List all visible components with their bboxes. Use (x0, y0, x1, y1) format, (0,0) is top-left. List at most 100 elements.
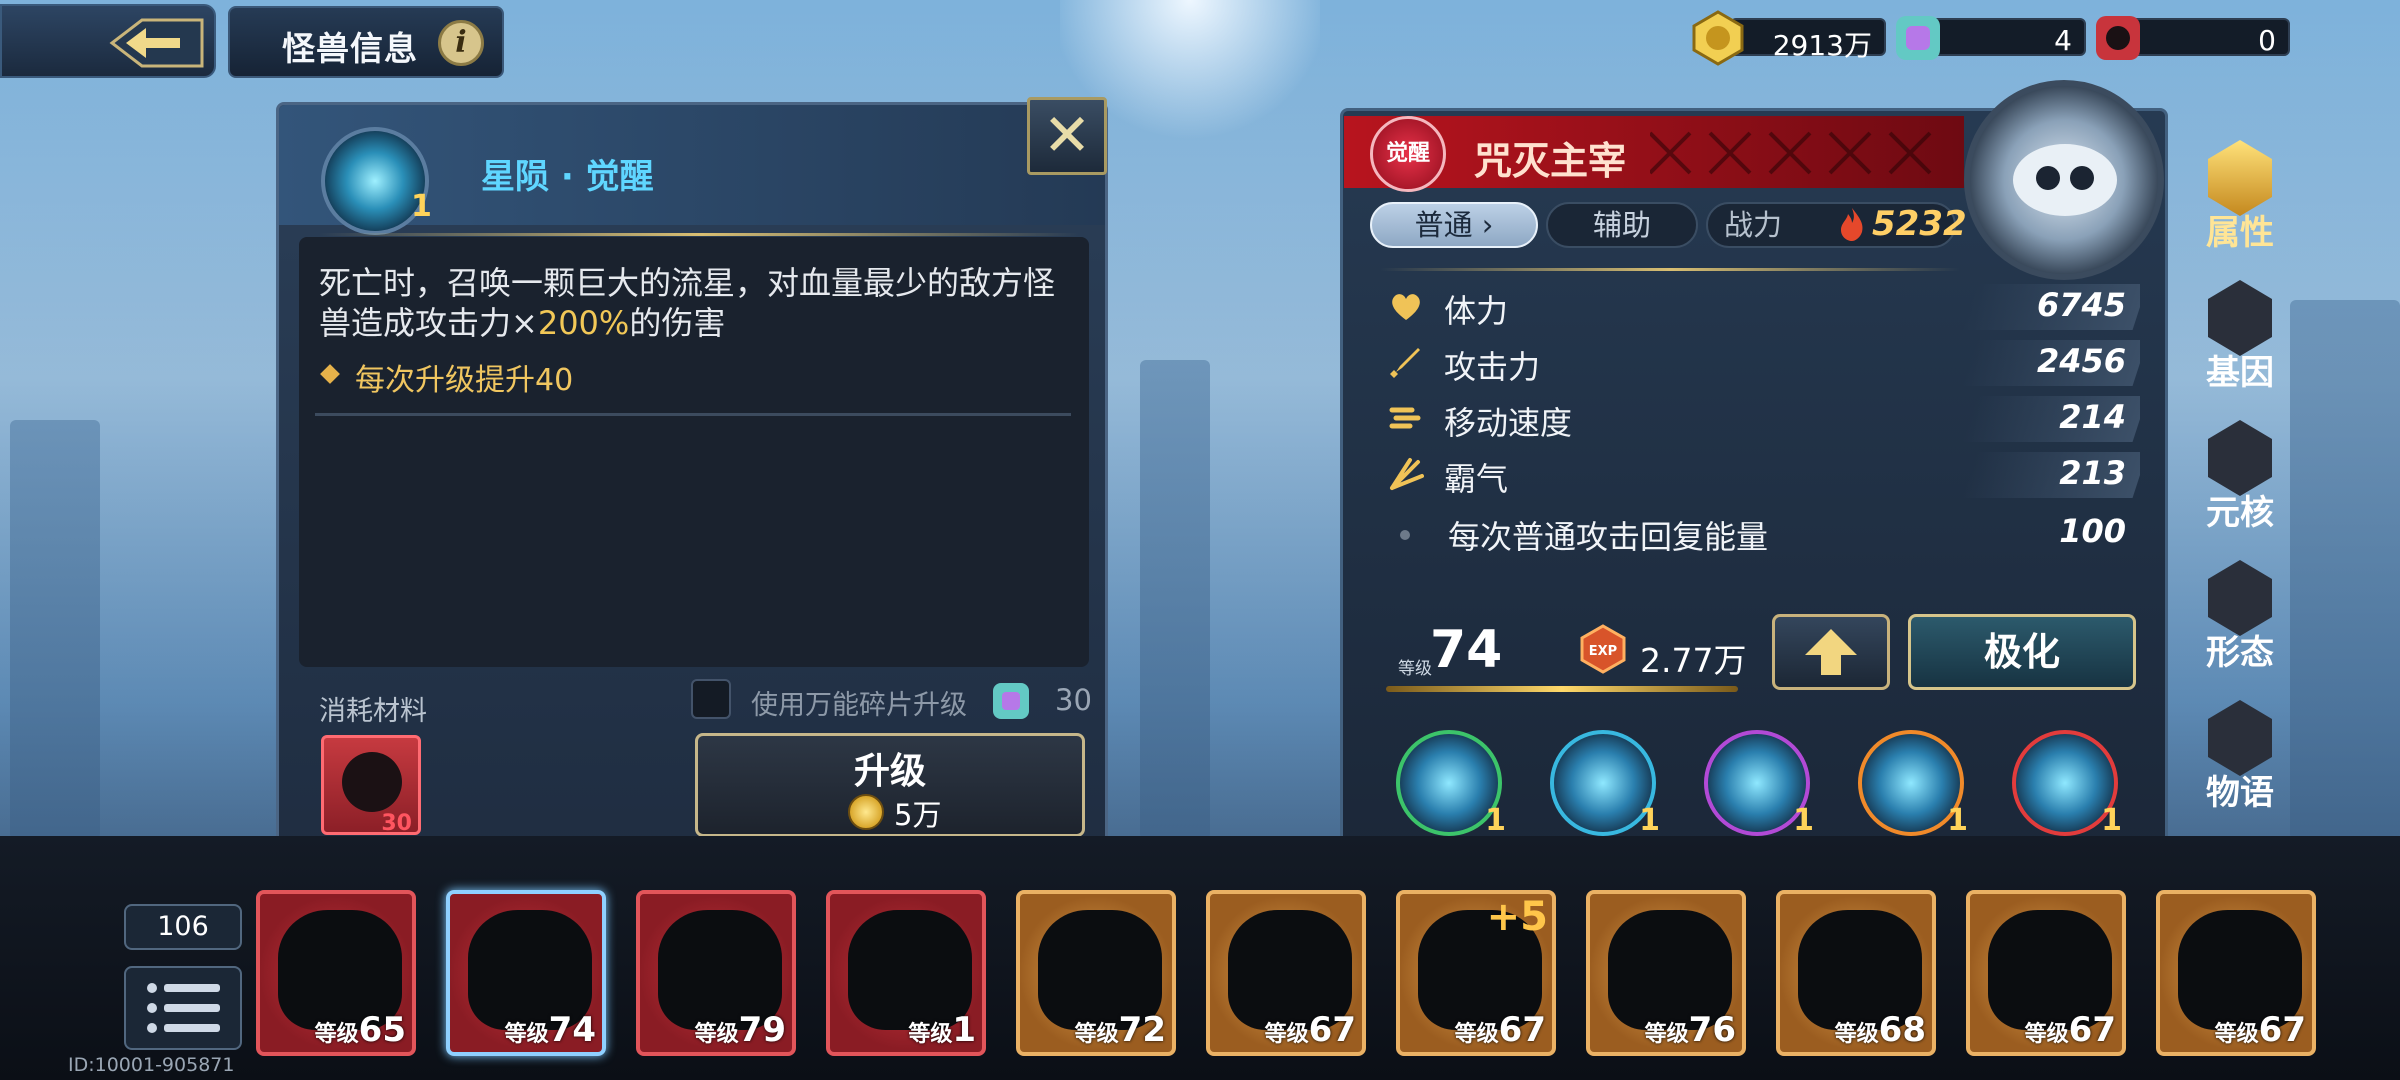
card-level: 等级76 (1644, 1010, 1736, 1050)
skill-slot-level: 1 (2101, 803, 2122, 838)
upgrade-label: 升级 (853, 751, 926, 792)
monster-card[interactable]: 等级76 (1586, 890, 1746, 1056)
close-button[interactable]: ✕ (1027, 97, 1107, 175)
skill-slot[interactable]: 1 (1704, 730, 1814, 838)
card-level: 等级74 (504, 1010, 596, 1050)
list-button[interactable] (124, 966, 242, 1050)
dot-icon (1400, 530, 1410, 540)
card-level: 等级1 (908, 1010, 976, 1050)
upgrade-cost: 5万 (894, 798, 942, 832)
material-silhouette (342, 752, 402, 812)
monster-fragment-icon (2090, 10, 2146, 66)
card-plus-badge: +5 (1486, 894, 1548, 940)
card-level: 等级67 (1264, 1010, 1356, 1050)
exp-value: 2.77万 (1640, 641, 1747, 680)
card-level: 等级72 (1074, 1010, 1166, 1050)
svg-text:EXP: EXP (1589, 644, 1617, 659)
banner-pattern (1650, 131, 1932, 175)
material-item[interactable]: 30 (321, 735, 421, 836)
level-value: 74 (1430, 620, 1503, 680)
skill-description: 死亡时，召唤一颗巨大的流星，对血量最少的敌方怪兽造成攻击力×200%的伤害 (319, 264, 1056, 342)
stats-list[interactable]: 体力 6745 攻击力 2456 移动速度 214 霸气 213 每次普通攻击回… (1370, 280, 2140, 580)
level-up-button[interactable] (1772, 614, 1890, 690)
gold-resource: 2913万 (1690, 10, 1886, 66)
tab-attributes[interactable]: 属性 (2200, 134, 2280, 260)
monster-card[interactable]: 等级79 (636, 890, 796, 1056)
stat-row-attack: 攻击力 2456 (1370, 336, 2140, 388)
sword-icon (1390, 348, 1420, 378)
monster-card[interactable]: 等级65 (256, 890, 416, 1056)
monster-name: 咒灭主宰 (1474, 139, 1627, 183)
fire-icon (1841, 208, 1863, 241)
monster-face-icon (2013, 144, 2117, 216)
universal-fragment-amount: 4 (2054, 24, 2072, 57)
background-pillar (1140, 360, 1210, 840)
tab-lore[interactable]: 物语 (2200, 694, 2280, 820)
tab-genes[interactable]: 基因 (2200, 274, 2280, 400)
card-level: 等级67 (2024, 1010, 2116, 1050)
up-arrow-icon (1805, 629, 1857, 675)
page-title: 怪兽信息 (282, 29, 418, 68)
skill-slot[interactable]: 1 (1396, 730, 1506, 838)
card-level: 等级65 (314, 1010, 406, 1050)
gold-coin-icon (848, 794, 884, 830)
skill-slot-level: 1 (1485, 803, 1506, 838)
tab-forms[interactable]: 形态 (2200, 554, 2280, 680)
monster-card[interactable]: 等级67 (1206, 890, 1366, 1056)
background-pillar (10, 420, 100, 840)
skill-slot[interactable]: 1 (2012, 730, 2122, 838)
monster-fragment-resource: 0 (2090, 10, 2290, 62)
upgrade-note: 每次升级提升40 (355, 363, 574, 398)
level-progress-bar (1386, 686, 1738, 692)
speed-icon (1389, 407, 1421, 429)
stat-value: 100 (2059, 512, 2126, 550)
monster-card[interactable]: 等级67 (2156, 890, 2316, 1056)
close-icon: ✕ (1042, 101, 1092, 169)
side-tab-label: 形态 (2206, 633, 2274, 673)
back-button[interactable] (0, 4, 216, 78)
side-tab-label: 物语 (2206, 773, 2274, 813)
skill-slot-level: 1 (1947, 803, 1968, 838)
monster-portrait (1964, 80, 2164, 280)
monster-card[interactable]: 等级72 (1016, 890, 1176, 1056)
tab-core[interactable]: 元核 (2200, 414, 2280, 540)
stat-label: 每次普通攻击回复能量 (1448, 518, 1769, 556)
upgrade-button[interactable]: 升级 5万 (695, 733, 1085, 837)
skill-slot-level: 1 (1639, 803, 1660, 838)
skill-slot[interactable]: 1 (1550, 730, 1660, 838)
side-tab-label: 属性 (2206, 213, 2274, 253)
use-universal-checkbox[interactable] (691, 679, 731, 719)
side-tab-label: 元核 (2206, 493, 2274, 533)
monster-card[interactable]: 等级74 (446, 890, 606, 1056)
info-icon[interactable]: i (438, 20, 484, 66)
skill-name: 星陨 · 觉醒 (481, 157, 654, 197)
tab-assist[interactable]: 辅助 (1546, 202, 1698, 248)
card-level: 等级67 (1454, 1010, 1546, 1050)
use-universal-label: 使用万能碎片升级 (751, 690, 967, 721)
stat-label: 霸气 (1444, 460, 1509, 498)
stat-value: 2456 (2036, 342, 2126, 380)
tab-normal[interactable]: 普通 › (1370, 202, 1538, 248)
monster-card[interactable]: 等级67 (1966, 890, 2126, 1056)
skill-slot[interactable]: 1 (1858, 730, 1968, 838)
universal-fragment-icon (1890, 10, 1946, 66)
skill-level: 1 (411, 189, 432, 224)
stat-row-aura: 霸气 213 (1370, 448, 2140, 500)
monster-card[interactable]: 等级68 (1776, 890, 1936, 1056)
back-arrow-icon (109, 18, 204, 68)
exp-icon: EXP (1578, 624, 1628, 674)
card-level: 等级67 (2214, 1010, 2306, 1050)
monster-card[interactable]: 等级1 (826, 890, 986, 1056)
skill-slot-level: 1 (1793, 803, 1814, 838)
stat-label: 体力 (1444, 292, 1509, 330)
stat-row-hp: 体力 6745 (1370, 280, 2140, 332)
player-id: ID:10001-905871 (68, 1054, 235, 1076)
monster-card[interactable]: 等级67 +5 (1396, 890, 1556, 1056)
stat-row-energy: 每次普通攻击回复能量 100 (1370, 506, 2140, 558)
header-divider (319, 233, 1079, 236)
polarize-button[interactable]: 极化 (1908, 614, 2136, 690)
awakened-badge: 觉醒 (1370, 116, 1446, 192)
stat-row-speed: 移动速度 214 (1370, 392, 2140, 444)
side-tab-label: 基因 (2206, 353, 2274, 393)
card-level: 等级79 (694, 1010, 786, 1050)
